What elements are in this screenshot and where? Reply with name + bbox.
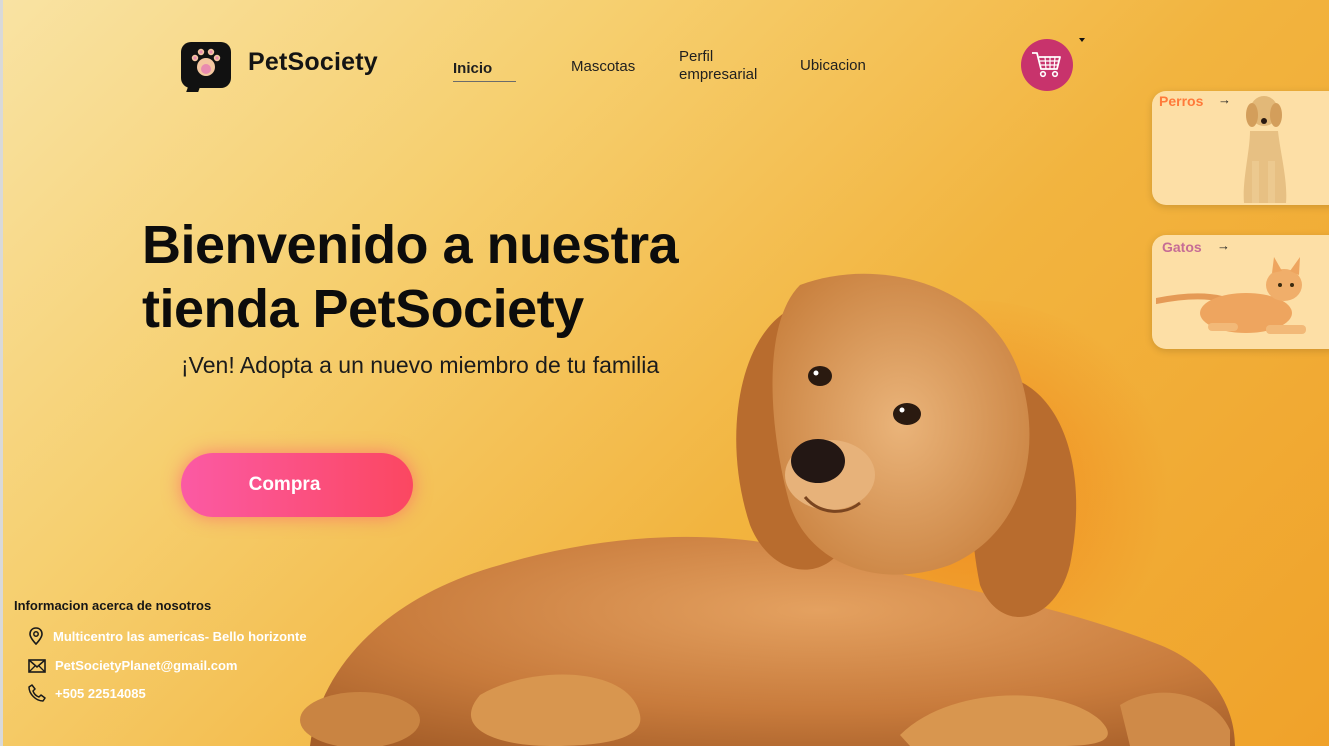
phone-row: +505 22514085 <box>28 684 146 702</box>
category-card-gatos[interactable]: Gatos → <box>1152 235 1329 349</box>
mail-icon <box>28 658 46 673</box>
category-label-gatos: Gatos <box>1162 239 1202 255</box>
cart-dropdown-caret-icon[interactable] <box>1079 38 1085 42</box>
nav-inicio[interactable]: Inicio <box>453 60 492 77</box>
cat-image <box>1156 257 1306 334</box>
puppy-image <box>300 273 1235 746</box>
address-row: Multicentro las americas- Bello horizont… <box>28 627 307 645</box>
nav-active-underline <box>453 81 516 82</box>
dog-image <box>1243 96 1287 203</box>
paw-logo-icon <box>181 42 231 88</box>
location-pin-icon <box>29 627 43 645</box>
address-text: Multicentro las americas- Bello horizont… <box>53 628 307 644</box>
phone-text[interactable]: +505 22514085 <box>55 686 146 701</box>
cart-button[interactable] <box>1021 39 1073 91</box>
category-label-perros: Perros <box>1159 93 1204 109</box>
email-row: PetSocietyPlanet@gmail.com <box>28 658 237 673</box>
brand-name[interactable]: PetSociety <box>248 48 378 77</box>
nav-mascotas[interactable]: Mascotas <box>571 58 635 75</box>
phone-icon <box>28 684 46 702</box>
landing-page: PetSociety Inicio Mascotas Perfil empres… <box>0 0 1329 746</box>
nav-ubicacion[interactable]: Ubicacion <box>800 57 866 74</box>
arrow-right-icon: → <box>1217 238 1230 253</box>
shopping-cart-icon <box>1032 52 1061 78</box>
info-title: Informacion acerca de nosotros <box>14 598 212 613</box>
category-card-perros[interactable]: Perros → <box>1152 91 1329 205</box>
email-text[interactable]: PetSocietyPlanet@gmail.com <box>55 658 237 673</box>
nav-perfil-empresarial[interactable]: Perfil empresarial <box>679 48 779 84</box>
